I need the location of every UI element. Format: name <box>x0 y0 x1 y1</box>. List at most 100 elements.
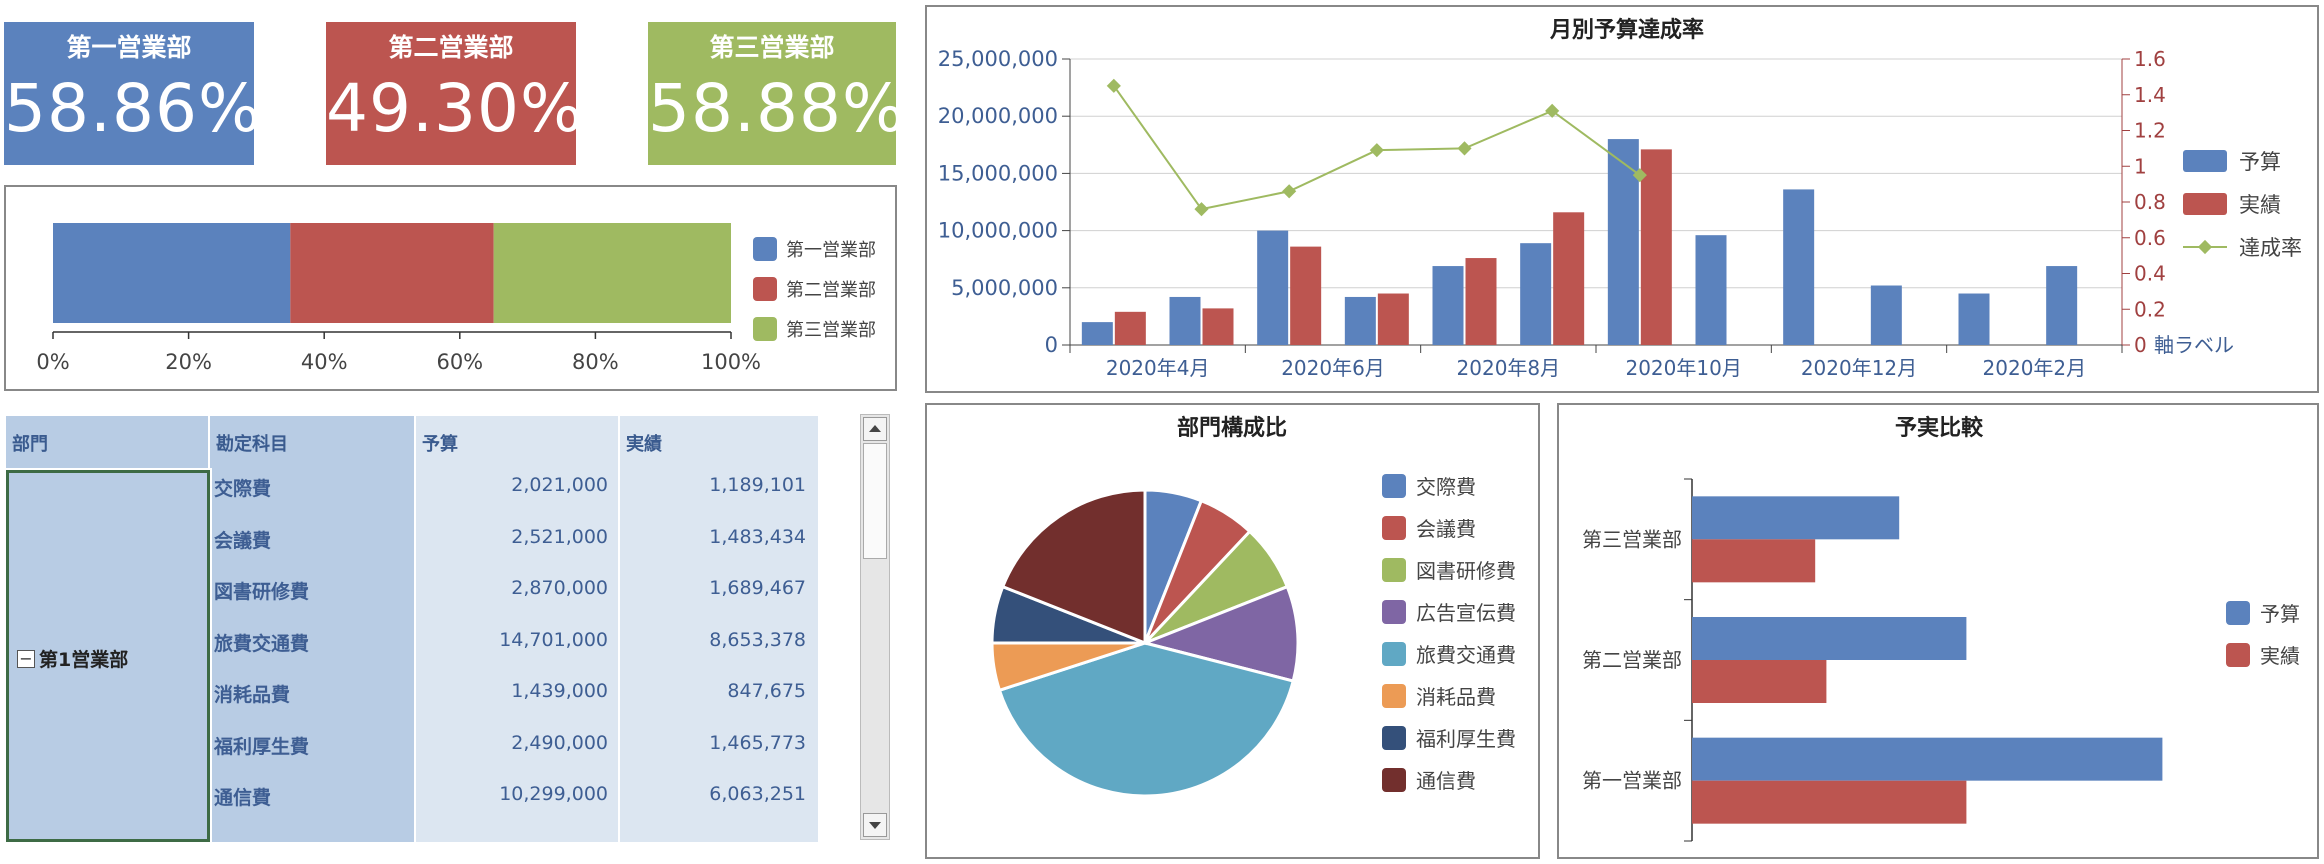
actual-cell[interactable]: 1,689,467 <box>620 577 818 607</box>
actual-cell[interactable]: 6,063,251 <box>620 783 818 813</box>
x-tick-label: 2020年12月 <box>1801 356 1917 380</box>
bar-actual[interactable] <box>1692 660 1827 703</box>
header-account[interactable]: 勘定科目 <box>210 416 416 468</box>
bar-budget[interactable] <box>1958 293 1990 345</box>
bar-actual[interactable] <box>1377 293 1409 345</box>
legend-swatch <box>2183 150 2227 172</box>
legend-label: 実績 <box>2260 644 2300 668</box>
achievement-point[interactable] <box>1369 143 1384 158</box>
chart-title: 部門構成比 <box>1177 415 1287 441</box>
bar-actual[interactable] <box>1290 246 1322 345</box>
legend-label: 予算 <box>2239 150 2281 174</box>
x-tick-label: 80% <box>572 350 619 374</box>
vertical-scrollbar[interactable] <box>860 414 890 840</box>
group-cell-dept1[interactable]: − 第1営業部 <box>6 470 210 842</box>
x-tick-label: 40% <box>301 350 348 374</box>
bar-budget[interactable] <box>1520 243 1552 345</box>
category-label: 第三営業部 <box>1582 527 1682 551</box>
x-tick-label: 20% <box>165 350 212 374</box>
legend-label: 広告宣伝費 <box>1416 601 1516 625</box>
bar-budget[interactable] <box>1783 189 1815 345</box>
achievement-point[interactable] <box>1282 184 1297 199</box>
bar-actual[interactable] <box>1465 258 1497 345</box>
y2-tick-label: 1.2 <box>2134 119 2166 143</box>
bar-budget[interactable] <box>1692 617 1967 660</box>
stack-segment[interactable] <box>53 223 291 323</box>
achievement-point[interactable] <box>1106 78 1121 93</box>
bar-actual[interactable] <box>1114 311 1146 345</box>
actual-cell[interactable]: 1,483,434 <box>620 526 818 556</box>
account-cell[interactable]: 消耗品費 <box>210 680 410 710</box>
kpi-tile-dept2: 第二営業部 49.30% <box>326 22 584 165</box>
account-cell[interactable]: 福利厚生費 <box>210 732 410 762</box>
bar-actual[interactable] <box>1553 212 1585 345</box>
kpi-value: 49.30% <box>326 70 584 147</box>
budget-cell[interactable]: 14,701,000 <box>416 629 620 659</box>
account-cell[interactable]: 交際費 <box>210 474 410 504</box>
scroll-down-button[interactable] <box>863 813 887 837</box>
bar-actual[interactable] <box>1692 539 1816 583</box>
achievement-point[interactable] <box>1457 141 1472 156</box>
bar-actual[interactable] <box>1692 780 1967 824</box>
legend-label: 通信費 <box>1416 769 1476 793</box>
bar-actual[interactable] <box>1202 308 1234 345</box>
legend-marker <box>2197 239 2213 255</box>
budget-cell[interactable]: 1,439,000 <box>416 680 620 710</box>
bar-budget[interactable] <box>1432 266 1464 345</box>
actual-cell[interactable]: 1,189,101 <box>620 474 818 504</box>
achievement-point[interactable] <box>1194 202 1209 217</box>
category-label: 第二営業部 <box>1582 648 1682 672</box>
y-tick-label: 25,000,000 <box>938 47 1058 71</box>
header-budget[interactable]: 予算 <box>416 416 620 468</box>
budget-cell[interactable]: 2,521,000 <box>416 526 620 556</box>
bar-budget[interactable] <box>1081 322 1113 345</box>
scroll-up-button[interactable] <box>863 417 887 441</box>
legend-swatch <box>1382 642 1406 666</box>
bar-actual[interactable] <box>1640 149 1672 345</box>
account-cell[interactable]: 図書研修費 <box>210 577 410 607</box>
collapse-icon[interactable]: − <box>17 649 35 668</box>
y2-tick-label: 0.6 <box>2134 226 2166 250</box>
budget-cell[interactable]: 2,021,000 <box>416 474 620 504</box>
actual-cell[interactable]: 8,653,378 <box>620 629 818 659</box>
bar-budget[interactable] <box>1692 737 2163 781</box>
header-actual[interactable]: 実績 <box>620 416 818 468</box>
kpi-tile-dept3: 第三営業部 58.88% <box>648 22 906 165</box>
budget-cell[interactable]: 2,490,000 <box>416 732 620 762</box>
legend-label: 達成率 <box>2239 236 2302 260</box>
y2-tick-label: 0.2 <box>2134 297 2166 321</box>
legend-swatch <box>753 317 777 341</box>
legend-label: 交際費 <box>1416 475 1476 499</box>
legend-label: 予算 <box>2260 602 2300 626</box>
legend-label: 消耗品費 <box>1416 685 1496 709</box>
bar-budget[interactable] <box>2046 266 2078 345</box>
bar-budget[interactable] <box>1257 230 1289 345</box>
kpi-title: 第一営業部 <box>66 33 192 62</box>
y2-tick-label: 0.8 <box>2134 190 2166 214</box>
actual-cell[interactable]: 1,465,773 <box>620 732 818 762</box>
kpi-value: 58.86% <box>4 70 262 147</box>
y-tick-label: 15,000,000 <box>938 161 1058 185</box>
bar-budget[interactable] <box>1870 285 1902 345</box>
bar-budget[interactable] <box>1695 235 1727 345</box>
account-cell[interactable]: 旅費交通費 <box>210 629 410 659</box>
actual-cell[interactable]: 847,675 <box>620 680 818 710</box>
legend-label: 実績 <box>2239 193 2281 217</box>
stack-segment[interactable] <box>290 223 494 323</box>
y2-tick-label: 1.6 <box>2134 47 2166 71</box>
bar-budget[interactable] <box>1344 296 1376 345</box>
stack-segment[interactable] <box>493 223 731 323</box>
header-dept[interactable]: 部門 <box>6 416 210 468</box>
bar-budget[interactable] <box>1169 296 1201 345</box>
x-tick-label: 0% <box>36 350 69 374</box>
kpi-value: 58.88% <box>648 70 906 147</box>
account-cell[interactable]: 会議費 <box>210 526 410 556</box>
account-cell[interactable]: 通信費 <box>210 783 410 813</box>
monthly-chart-panel: 月別予算達成率 0 5,000,000 10,000,000 15,000,000 20,… <box>925 5 2319 393</box>
budget-cell[interactable]: 2,870,000 <box>416 577 620 607</box>
legend-swatch <box>753 277 777 301</box>
bar-budget[interactable] <box>1692 496 1900 540</box>
scroll-thumb[interactable] <box>863 443 887 559</box>
budget-cell[interactable]: 10,299,000 <box>416 783 620 813</box>
legend-swatch <box>1382 474 1406 498</box>
